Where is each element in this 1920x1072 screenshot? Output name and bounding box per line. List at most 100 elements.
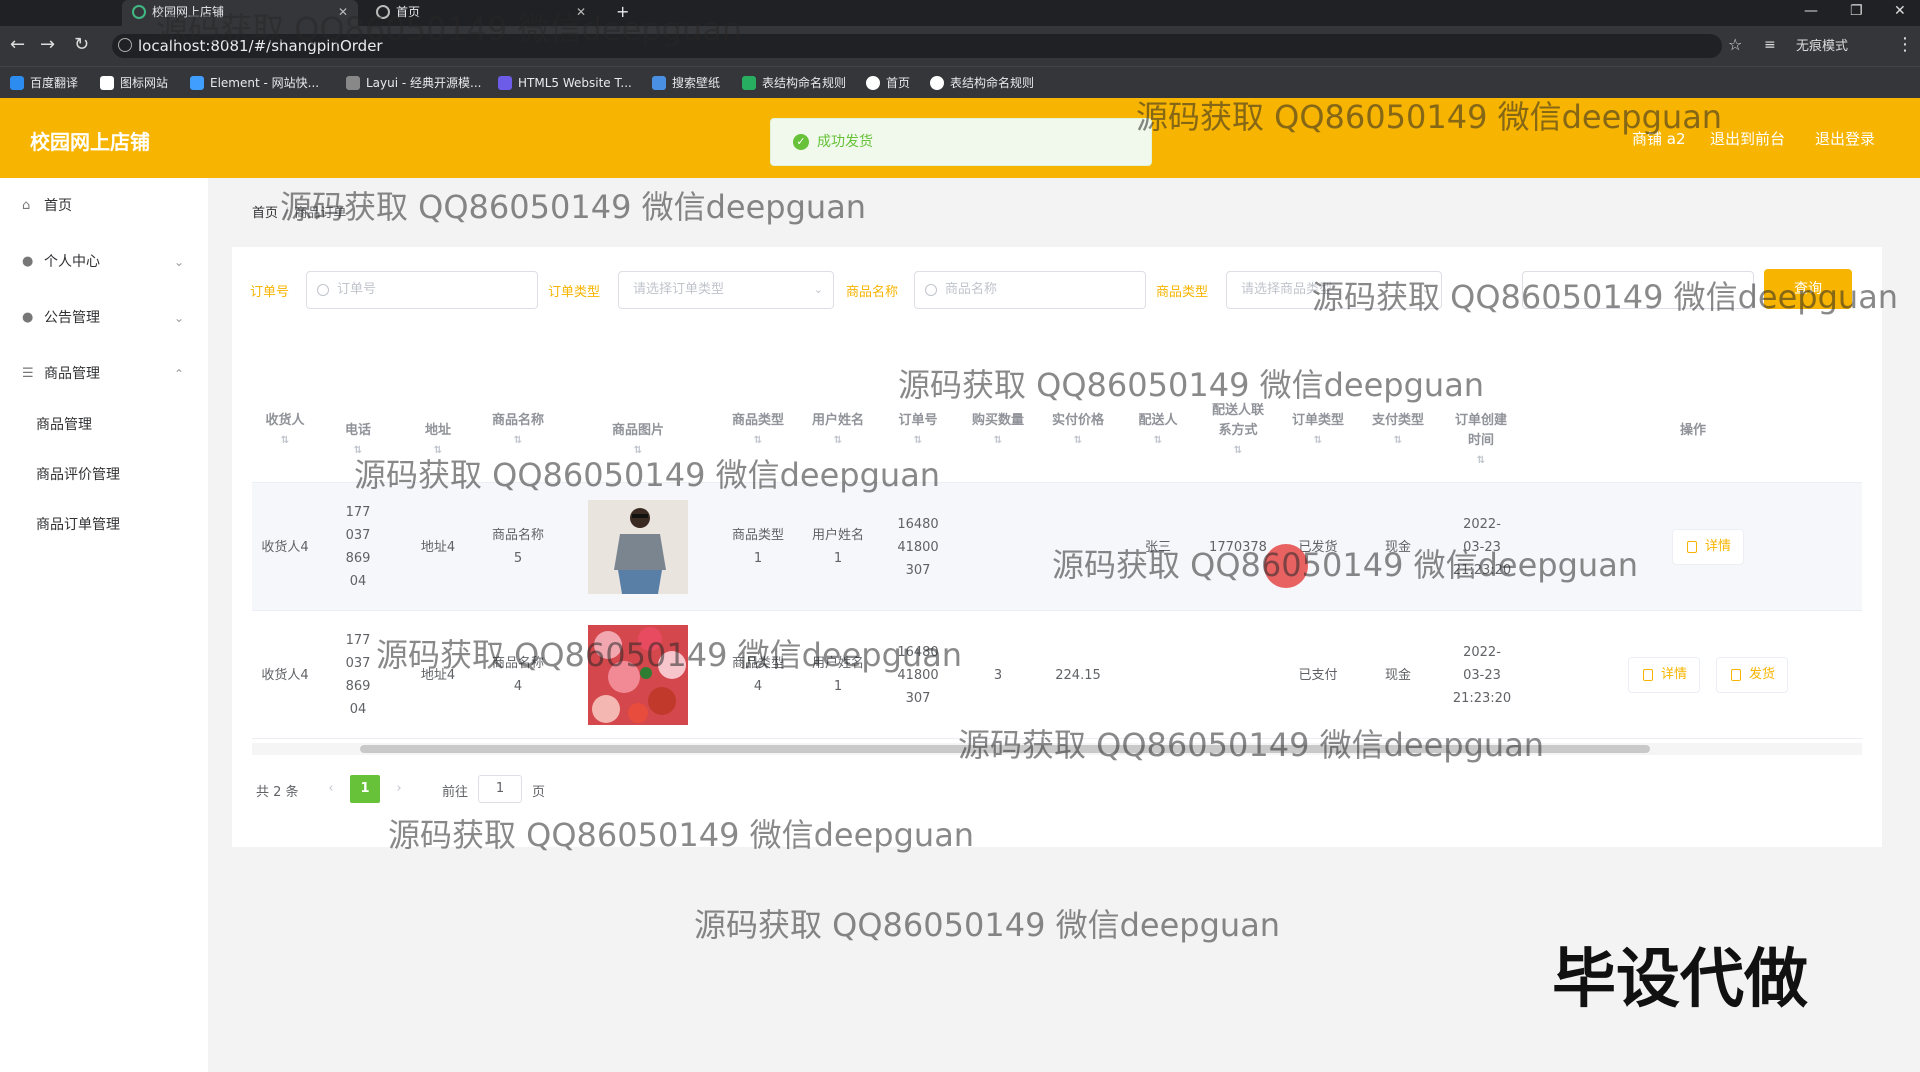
order-type-label: 订单类型 xyxy=(548,285,601,300)
col-qty[interactable]: 购买数量 ⇅ xyxy=(958,387,1038,483)
submenu-goods-review[interactable]: 商品评价管理 xyxy=(36,454,206,496)
horizontal-scrollbar[interactable] xyxy=(252,743,1862,755)
close-tab-icon[interactable]: ✕ xyxy=(576,0,586,24)
bookmark-item[interactable]: 百度翻译 xyxy=(10,73,78,93)
sidebar-item-notice[interactable]: ● 公告管理 ⌄ xyxy=(0,296,208,340)
user-icon: ● xyxy=(22,254,34,269)
reading-list-icon[interactable]: ≡ xyxy=(1764,35,1776,55)
menu-dots-icon[interactable]: ⋮ xyxy=(1896,35,1914,55)
col-goods-image[interactable]: 商品图片 ⇅ xyxy=(558,387,718,483)
col-phone[interactable]: 电话 ⇅ xyxy=(318,387,398,483)
back-icon[interactable]: ← xyxy=(10,35,25,55)
sort-icon: ⇅ xyxy=(1476,455,1486,466)
cell-goods-type: 商品类型1 xyxy=(732,528,785,566)
goto-page-input[interactable]: 1 xyxy=(478,775,522,803)
sort-icon: ⇅ xyxy=(513,435,523,446)
element-icon xyxy=(190,76,204,90)
detail-button[interactable]: 详情 xyxy=(1628,657,1701,693)
chevron-down-icon: ⌄ xyxy=(813,283,823,296)
col-price[interactable]: 实付价格 ⇅ xyxy=(1038,387,1118,483)
sort-icon: ⇅ xyxy=(433,445,443,456)
cell-courier: 张三 xyxy=(1144,539,1171,555)
cell-courier-phone xyxy=(1198,611,1278,739)
goods-name-input[interactable]: 商品名称 xyxy=(914,271,1146,309)
breadcrumb-home[interactable]: 首页 xyxy=(252,206,278,221)
sidebar-item-profile[interactable]: ● 个人中心 ⌄ xyxy=(0,240,208,284)
col-courier[interactable]: 配送人 ⇅ xyxy=(1118,387,1198,483)
brand-title: 校园网上店铺 xyxy=(30,130,150,154)
col-receiver[interactable]: 收货人 ⇅ xyxy=(252,387,318,483)
col-order-type[interactable]: 订单类型 ⇅ xyxy=(1278,387,1358,483)
sort-icon: ⇅ xyxy=(353,445,363,456)
col-goods-type[interactable]: 商品类型 ⇅ xyxy=(718,387,798,483)
logout-link[interactable]: 退出登录 xyxy=(1815,128,1875,149)
col-created[interactable]: 订单创建时间 ⇅ xyxy=(1438,387,1524,483)
reload-icon[interactable]: ↻ xyxy=(74,35,89,55)
goods-type-select[interactable]: 请选择商品类型 ⌄ xyxy=(1226,271,1442,309)
sidebar-item-home[interactable]: ⌂ 首页 xyxy=(0,184,208,228)
submenu-goods-order[interactable]: 商品订单管理 xyxy=(36,504,206,546)
search-extra-input[interactable] xyxy=(1522,271,1754,309)
table-row[interactable]: 收货人4 17703786904 地址4 商品名称4 商品类型4 用户姓名1 1… xyxy=(252,611,1862,739)
detail-button[interactable]: 详情 xyxy=(1672,529,1745,565)
cell-created: 2022-03-23 21:23:20 xyxy=(1452,516,1512,578)
col-actions: 操作 xyxy=(1679,423,1706,438)
cell-order-no: 1648041800307 xyxy=(897,644,939,706)
globe-icon xyxy=(376,5,390,19)
incognito-label[interactable]: 无痕模式 xyxy=(1796,37,1848,57)
tab-title: 首页 xyxy=(396,5,421,19)
cell-created: 2022-03-23 21:23:20 xyxy=(1452,644,1512,706)
submenu-goods[interactable]: 商品管理 xyxy=(36,404,206,446)
sort-icon: ⇅ xyxy=(1313,435,1323,446)
chevron-down-icon: ⌄ xyxy=(174,311,185,325)
bookmark-item[interactable]: Layui - 经典开源模... xyxy=(346,73,481,93)
bookmark-item[interactable]: 首页 xyxy=(866,73,910,93)
order-type-select[interactable]: 请选择订单类型 ⌄ xyxy=(618,271,834,309)
restore-icon[interactable]: ❐ xyxy=(1850,0,1863,24)
new-tab-button[interactable]: + xyxy=(608,0,638,26)
toast-text: 成功发货 xyxy=(817,134,873,150)
cell-goods-name: 商品名称5 xyxy=(492,528,545,566)
goto-label: 前往 xyxy=(442,785,469,800)
bookmark-item[interactable]: Element - 网站快... xyxy=(190,73,319,93)
url-field[interactable]: localhost:8081/#/shangpinOrder xyxy=(112,34,1722,58)
browser-tab-active[interactable]: 校园网上店铺 ✕ xyxy=(122,0,358,26)
col-goods-name[interactable]: 商品名称 ⇅ xyxy=(478,387,558,483)
stamp-text: 毕设代做 xyxy=(1552,943,1808,1017)
col-address[interactable]: 地址 ⇅ xyxy=(398,387,478,483)
col-order-no[interactable]: 订单号 ⇅ xyxy=(878,387,958,483)
col-courier-phone[interactable]: 配送人联系方式 ⇅ xyxy=(1198,387,1278,483)
vue-logo-icon xyxy=(132,5,146,19)
sidebar-item-goods[interactable]: ☰ 商品管理 ⌃ xyxy=(0,352,208,396)
bookmark-item[interactable]: 表结构命名规则 xyxy=(930,73,1034,93)
cell-user-name: 用户姓名1 xyxy=(812,528,865,566)
minimize-icon[interactable]: — xyxy=(1804,0,1818,24)
chevron-down-icon: ⌄ xyxy=(174,255,185,269)
table-row[interactable]: 收货人4 17703786904 地址4 商品名称5 商品类型1 用户姓名1 1… xyxy=(252,483,1862,611)
browser-tab[interactable]: 首页 ✕ xyxy=(366,0,596,26)
cell-phone: 17703786904 xyxy=(345,505,371,589)
bookmark-item[interactable]: 图标网站 xyxy=(100,73,168,93)
goods-image[interactable] xyxy=(588,625,688,725)
order-no-input[interactable]: 订单号 xyxy=(306,271,538,309)
col-user-name[interactable]: 用户姓名 ⇅ xyxy=(798,387,878,483)
bookmark-item[interactable]: 搜索壁纸 xyxy=(652,73,720,93)
scrollbar-thumb[interactable] xyxy=(360,745,1650,753)
sidebar-item-label: 商品管理 xyxy=(44,366,100,382)
col-pay-type[interactable]: 支付类型 ⇅ xyxy=(1358,387,1438,483)
prev-page-icon[interactable]: ‹ xyxy=(316,775,346,803)
back-to-front-link[interactable]: 退出到前台 xyxy=(1710,128,1785,149)
goods-type-label: 商品类型 xyxy=(1156,285,1209,300)
bookmark-item[interactable]: 表结构命名规则 xyxy=(742,73,846,93)
goods-image[interactable] xyxy=(588,500,688,594)
search-button[interactable]: 查询 xyxy=(1764,269,1852,309)
page-number-current[interactable]: 1 xyxy=(350,775,380,803)
forward-icon[interactable]: → xyxy=(40,35,55,55)
star-icon[interactable]: ☆ xyxy=(1728,35,1742,55)
close-window-icon[interactable]: ✕ xyxy=(1894,0,1906,24)
next-page-icon[interactable]: › xyxy=(384,775,414,803)
ship-button[interactable]: 发货 xyxy=(1716,657,1789,693)
bookmark-item[interactable]: HTML5 Website T... xyxy=(498,73,632,93)
user-icon: ● xyxy=(22,310,34,325)
close-tab-icon[interactable]: ✕ xyxy=(338,0,348,24)
